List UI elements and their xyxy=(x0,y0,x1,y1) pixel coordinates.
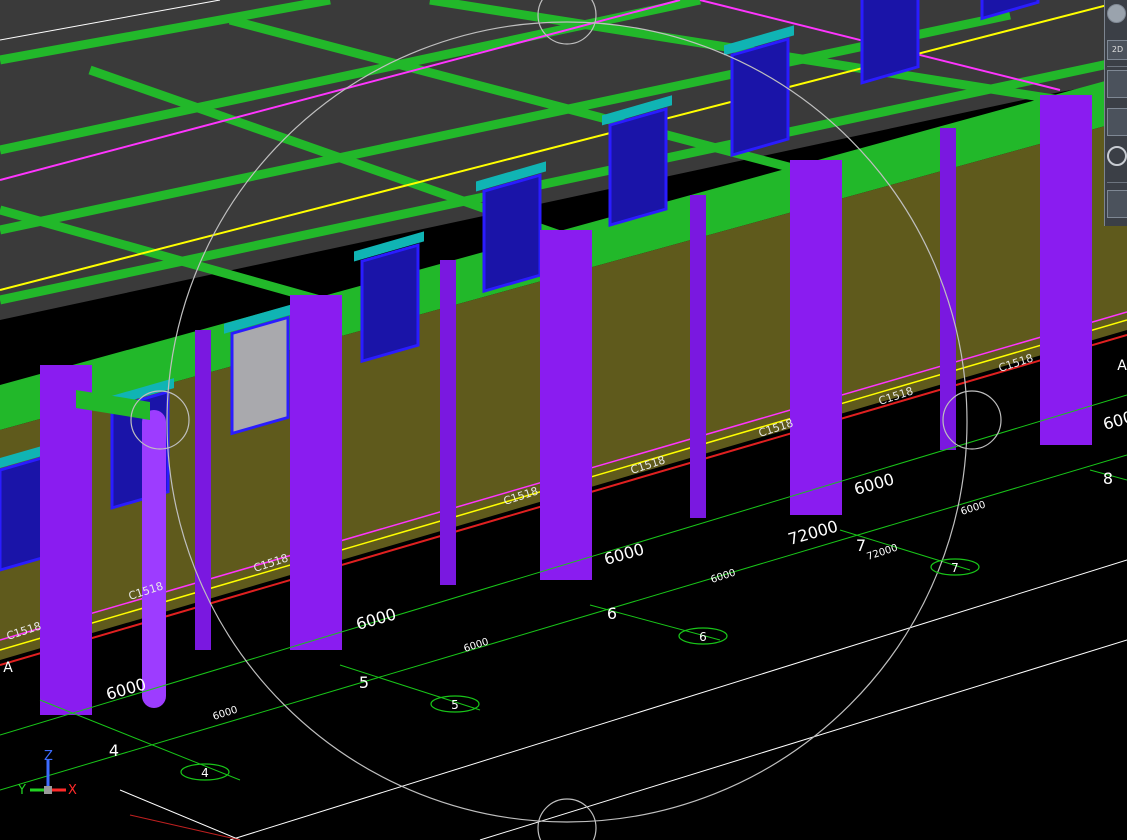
ucs-icon: Z X Y xyxy=(17,749,77,798)
zoom-icon[interactable] xyxy=(1107,108,1127,136)
round-column xyxy=(142,410,166,708)
dimension-text: 72000 xyxy=(866,543,900,563)
column xyxy=(40,365,92,715)
navigation-bar[interactable]: 2D xyxy=(1104,0,1127,226)
red-guide-line xyxy=(129,814,241,840)
view-cube-label: 2D xyxy=(1111,45,1124,54)
column xyxy=(290,295,342,650)
building-3d-model[interactable]: 6000600060006000720006000600060006000600… xyxy=(0,0,1127,840)
wall-pilaster xyxy=(690,195,706,518)
wall-pilaster xyxy=(195,330,211,650)
dimension-text: 6000 xyxy=(710,568,738,586)
column xyxy=(540,230,592,580)
dimension-text: 6000 xyxy=(463,637,491,655)
dimension-text: 6000 xyxy=(602,539,646,568)
row-axis-label: A xyxy=(1117,358,1127,374)
row-axis-label: A xyxy=(3,660,13,676)
wall-pilaster xyxy=(440,260,456,585)
window-frame xyxy=(730,37,790,158)
dimension-text: 6000 xyxy=(104,674,148,703)
ucs-y-label: Y xyxy=(17,783,26,798)
axis-bubble-label: 7 xyxy=(856,536,866,555)
axis-ellipse-label: 4 xyxy=(201,766,209,780)
axis-bubble-label: 5 xyxy=(359,673,369,692)
showmotion-icon[interactable] xyxy=(1107,190,1127,218)
window-frame xyxy=(360,243,420,364)
ucs-x-label: X xyxy=(68,783,77,798)
column xyxy=(790,160,842,515)
window-frame xyxy=(608,107,668,228)
ucs-z-label: Z xyxy=(44,749,53,764)
dimension-text: 6000 xyxy=(354,604,398,633)
pan-icon[interactable] xyxy=(1107,70,1127,98)
axis-bubble-label: 8 xyxy=(1103,469,1113,488)
axis-ellipse-label: 7 xyxy=(951,561,959,575)
dimension-text: 6000 xyxy=(1101,404,1127,433)
dimension-text: 6000 xyxy=(852,469,896,498)
dimension-text: 72000 xyxy=(786,517,840,549)
wall-pilaster xyxy=(940,128,956,450)
axis-ellipse-label: 6 xyxy=(699,630,707,644)
axis-bubble-label: 4 xyxy=(109,741,119,760)
axis-ellipse-label: 5 xyxy=(451,698,459,712)
dimension-text: 6000 xyxy=(960,500,988,518)
cad-model-viewport[interactable]: 6000 6000 6000 6000 72000 6000 6000 6000 6000 600… xyxy=(0,0,1127,840)
column xyxy=(1040,95,1092,445)
window-frame xyxy=(230,315,290,436)
window-frame xyxy=(482,173,542,294)
axis-bubble-label: 6 xyxy=(607,604,617,623)
window-frame xyxy=(860,0,920,85)
navigation-wheel-icon[interactable] xyxy=(1107,4,1126,23)
view-cube-2d-button[interactable]: 2D xyxy=(1107,40,1127,60)
orbit-icon[interactable] xyxy=(1107,146,1127,166)
